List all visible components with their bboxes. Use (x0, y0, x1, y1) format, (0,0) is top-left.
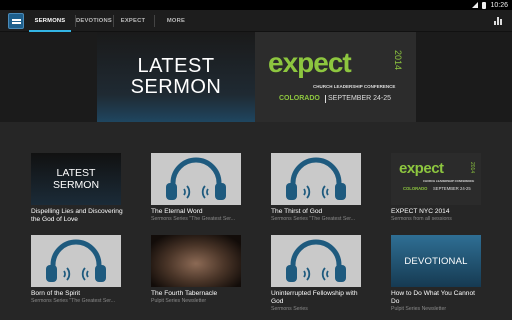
expect-divider (325, 95, 326, 103)
thumb-latest-line1: LATEST (56, 167, 96, 179)
tab-divider (113, 15, 114, 27)
status-icons: 10:26 (472, 0, 508, 10)
expect-location: COLORADO (279, 95, 320, 102)
card-subtitle: Sermons Series "The Greatest Ser... (31, 298, 116, 304)
devotional-thumbnail: DEVOTIONAL (391, 235, 481, 287)
headphones-icon (166, 157, 226, 200)
card-subtitle: Sermons Series "The Greatest Ser... (151, 216, 236, 222)
headphones-icon (286, 157, 346, 200)
battery-icon (482, 1, 487, 9)
thumb-expect-subtitle: CHURCH LEADERSHIP CONFERENCE (423, 179, 475, 183)
sermon-card[interactable]: Uninterrupted Fellowship with God Sermon… (271, 235, 363, 313)
latest-sermon-thumbnail: LATEST SERMON (31, 153, 121, 205)
card-subtitle: Pulpit Series Newsletter (151, 298, 207, 304)
card-title: Dispelling Lies and Discovering the God … (31, 208, 123, 223)
sermon-card[interactable]: LATEST SERMON Dispelling Lies and Discov… (31, 153, 123, 224)
thumb-devotional-label: DEVOTIONAL (404, 255, 468, 267)
tab-expect[interactable]: EXPECT (116, 10, 150, 32)
card-title: How to Do What You Cannot Do (391, 290, 475, 305)
tab-divider (154, 15, 155, 27)
tab-sermons[interactable]: SERMONS (29, 10, 71, 32)
card-subtitle: Pulpit Series Newsletter (391, 306, 447, 312)
bar-chart-icon[interactable] (494, 15, 504, 25)
app-logo-icon[interactable] (8, 13, 24, 29)
thumb-expect-text: expect (399, 160, 444, 177)
sermon-card[interactable]: The Fourth Tabernacle Pulpit Series News… (151, 235, 243, 305)
headphones-thumbnail (271, 153, 361, 205)
featured-banner[interactable]: LATEST SERMON expect 2014 CHURCH LEADERS… (0, 32, 512, 122)
card-title: The Thirst of God (271, 208, 323, 215)
status-time: 10:26 (490, 1, 508, 9)
banner-latest-line1: LATEST (137, 55, 215, 77)
expect-thumbnail: expect 2014 CHURCH LEADERSHIP CONFERENCE… (391, 153, 481, 205)
expect-logo-text: expect (268, 47, 352, 78)
thumb-expect-date: SEPTEMBER 24-25 (433, 186, 471, 191)
headphones-thumbnail (271, 235, 361, 287)
thumb-expect-location: COLORADO (403, 186, 428, 191)
card-subtitle: Sermons Series "The Greatest Ser... (271, 216, 356, 222)
expect-subtitle: CHURCH LEADERSHIP CONFERENCE (313, 84, 396, 89)
preacher-photo-thumbnail (151, 235, 241, 287)
sermon-card[interactable]: Born of the Spirit Sermons Series "The G… (31, 235, 123, 305)
card-title: The Eternal Word (151, 208, 203, 215)
sermon-card[interactable]: expect 2014 CHURCH LEADERSHIP CONFERENCE… (391, 153, 483, 223)
card-title: The Fourth Tabernacle (151, 290, 218, 297)
card-subtitle: Sermons from all sessions (391, 216, 452, 222)
expect-conference-banner[interactable]: expect 2014 CHURCH LEADERSHIP CONFERENCE… (255, 32, 416, 122)
tab-more[interactable]: MORE (158, 10, 194, 32)
sermon-card[interactable]: The Eternal Word Sermons Series "The Gre… (151, 153, 243, 223)
card-title: Uninterrupted Fellowship with God (271, 290, 358, 305)
tab-devotions[interactable]: DEVOTIONS (76, 10, 112, 32)
sermon-card[interactable]: The Thirst of God Sermons Series "The Gr… (271, 153, 363, 223)
thumb-expect-year: 2014 (469, 162, 475, 174)
card-title: Born of the Spirit (31, 290, 81, 297)
expect-date: SEPTEMBER 24-25 (328, 95, 392, 102)
thumb-latest-line2: SERMON (52, 179, 100, 191)
sermon-card[interactable]: DEVOTIONAL How to Do What You Cannot Do … (391, 235, 483, 313)
banner-latest-line2: SERMON (130, 76, 222, 98)
signal-icon (472, 2, 479, 8)
sermon-grid: LATEST SERMON Dispelling Lies and Discov… (0, 122, 512, 320)
headphones-thumbnail (31, 235, 121, 287)
expect-year: 2014 (393, 50, 403, 71)
card-subtitle: Sermons Series (271, 306, 308, 312)
headphones-icon (286, 239, 346, 282)
card-title: EXPECT NYC 2014 (391, 208, 450, 215)
app-bar: SERMONS DEVOTIONS EXPECT MORE (0, 10, 512, 32)
latest-sermon-banner[interactable]: LATEST SERMON (97, 32, 255, 122)
headphones-thumbnail (151, 153, 241, 205)
status-bar: 10:26 (0, 0, 512, 10)
headphones-icon (46, 239, 106, 282)
